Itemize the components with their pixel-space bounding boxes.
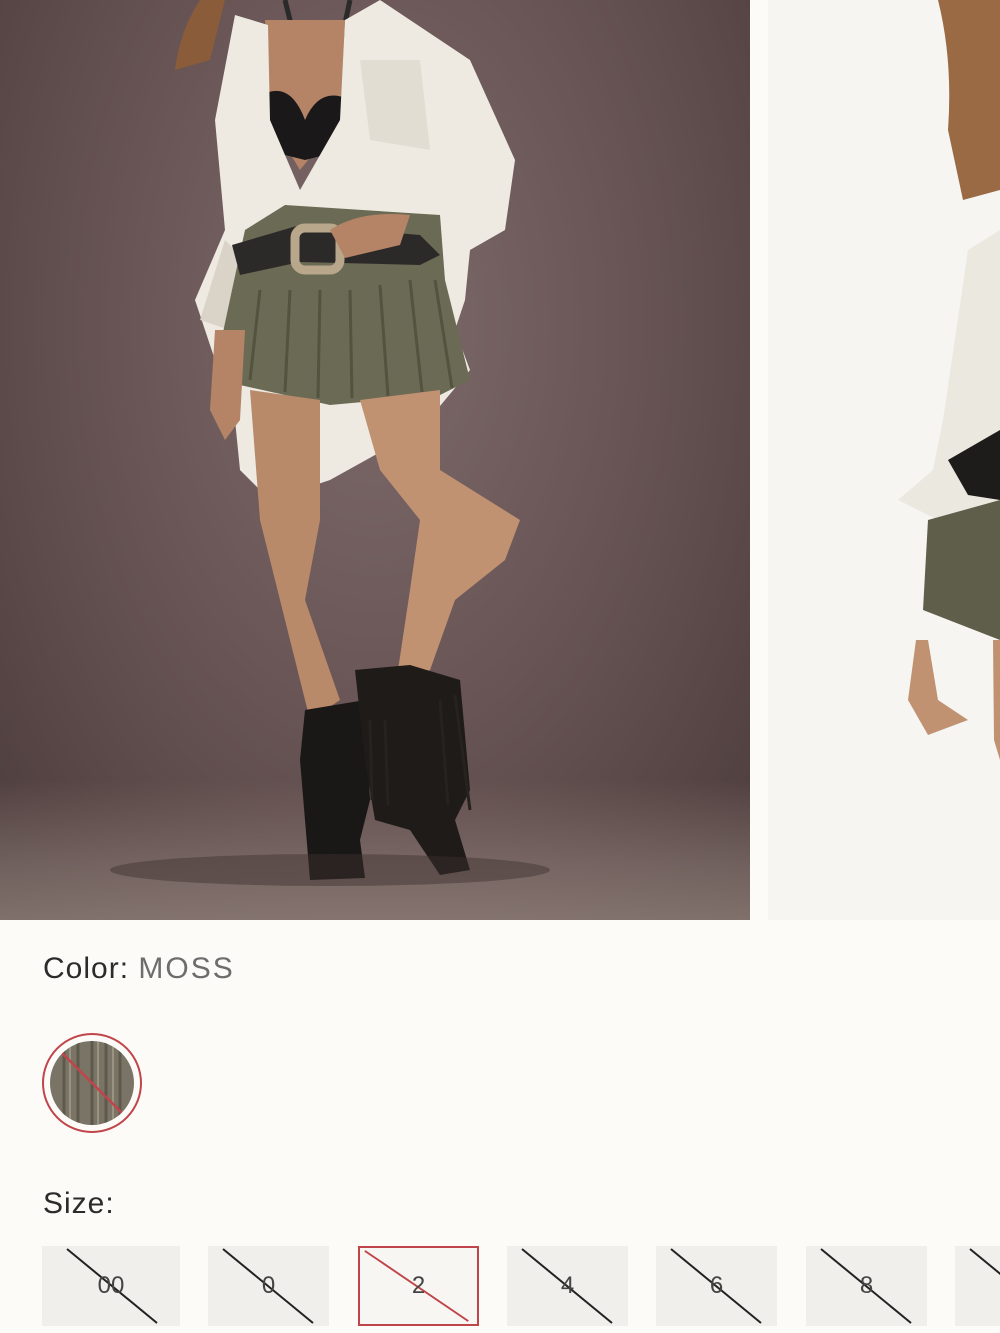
size-option-2[interactable]: 2: [358, 1246, 479, 1326]
size-option-0[interactable]: 0: [208, 1246, 329, 1326]
size-option-6[interactable]: 6: [656, 1246, 777, 1326]
product-image-gallery[interactable]: [0, 0, 1000, 920]
size-option-8[interactable]: 8: [806, 1246, 927, 1326]
size-option-label: 0: [261, 1272, 276, 1299]
product-image-secondary[interactable]: [768, 0, 1000, 920]
size-option-00[interactable]: 00: [42, 1246, 180, 1326]
size-option-label: 2: [411, 1272, 426, 1299]
size-option-next[interactable]: [955, 1246, 1000, 1326]
color-label: Color:: [43, 952, 130, 985]
size-label: Size:: [43, 1187, 115, 1220]
size-option-4[interactable]: 4: [507, 1246, 628, 1326]
product-image-main[interactable]: [0, 0, 750, 920]
swatch-fabric: [50, 1041, 134, 1125]
size-option-label: 6: [709, 1272, 724, 1299]
size-option-label: 8: [859, 1272, 874, 1299]
size-option-label: 4: [560, 1272, 575, 1299]
color-selection-label: Color: MOSS: [43, 952, 235, 986]
size-option-label: 00: [97, 1272, 125, 1299]
size-options: 00 0 2 4 6 8: [0, 1246, 1000, 1326]
color-value: MOSS: [138, 952, 235, 985]
color-swatch-moss[interactable]: [42, 1033, 142, 1133]
